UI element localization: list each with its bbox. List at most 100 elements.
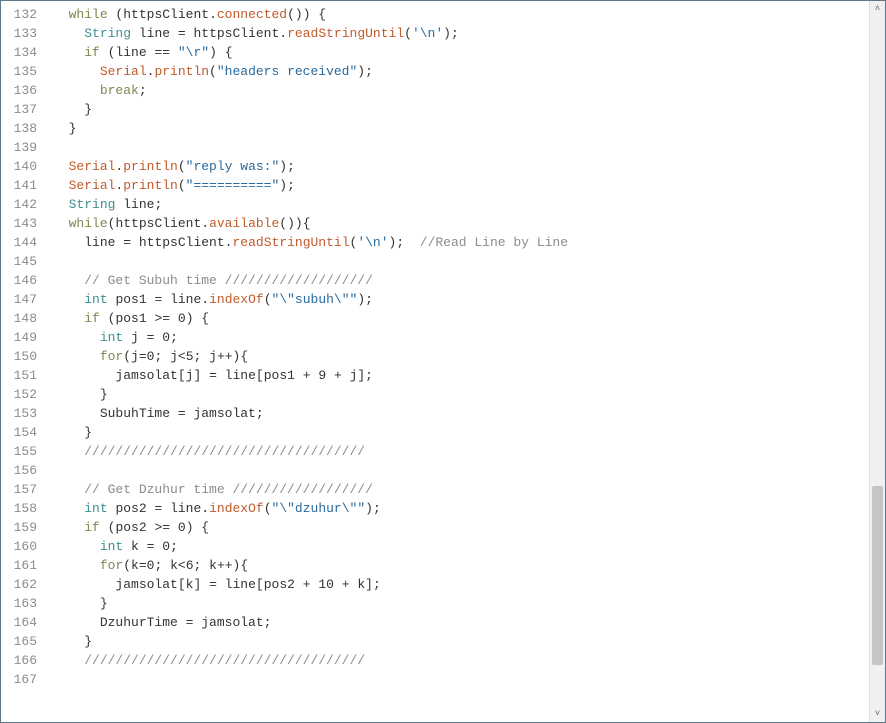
code-line[interactable]: while (httpsClient.connected()) { <box>53 5 869 24</box>
code-line[interactable]: int pos1 = line.indexOf("\"subuh\""); <box>53 290 869 309</box>
token-op: + <box>326 368 349 383</box>
token-op: ]; <box>365 577 381 592</box>
code-line[interactable]: int pos2 = line.indexOf("\"dzuhur\""); <box>53 499 869 518</box>
token-kw: while <box>69 7 108 22</box>
token-str: "\"subuh\"" <box>272 292 358 307</box>
code-line[interactable]: SubuhTime = jamsolat; <box>53 404 869 423</box>
code-line[interactable]: jamsolat[j] = line[pos1 + 9 + j]; <box>53 366 869 385</box>
code-line[interactable]: while(httpsClient.available()){ <box>53 214 869 233</box>
token-op: ( <box>178 159 186 174</box>
scrollbar-track[interactable] <box>870 17 885 706</box>
token-fn: readStringUntil <box>287 26 404 41</box>
vertical-scrollbar[interactable]: ˄ ˅ <box>869 1 885 722</box>
line-number: 145 <box>1 252 37 271</box>
token-op: ); <box>279 159 295 174</box>
code-line[interactable]: break; <box>53 81 869 100</box>
token-id: jamsolat <box>115 368 177 383</box>
token-id: line <box>139 26 170 41</box>
token-op: = <box>147 292 170 307</box>
code-line[interactable]: } <box>53 423 869 442</box>
token-id: j <box>131 349 139 364</box>
code-line[interactable]: } <box>53 594 869 613</box>
line-number: 132 <box>1 5 37 24</box>
code-line[interactable]: int k = 0; <box>53 537 869 556</box>
code-line[interactable]: String line = httpsClient.readStringUnti… <box>53 24 869 43</box>
token-op: ( <box>178 178 186 193</box>
token-op: ()) { <box>287 7 326 22</box>
code-line[interactable]: //////////////////////////////////// <box>53 651 869 670</box>
code-line[interactable]: int j = 0; <box>53 328 869 347</box>
code-line[interactable]: Serial.println("reply was:"); <box>53 157 869 176</box>
token-id: httpsClient <box>193 26 279 41</box>
token-num: 5 <box>186 349 194 364</box>
token-op: = <box>139 558 147 573</box>
token-op: = <box>139 330 162 345</box>
scroll-down-arrow[interactable]: ˅ <box>870 706 885 722</box>
code-line[interactable]: if (pos2 >= 0) { <box>53 518 869 537</box>
token-op: ] = <box>193 577 224 592</box>
code-line[interactable]: } <box>53 100 869 119</box>
token-id: j <box>209 349 217 364</box>
line-number: 163 <box>1 594 37 613</box>
scrollbar-thumb[interactable] <box>872 486 883 665</box>
token-id: line <box>123 197 154 212</box>
token-op: ] = <box>193 368 224 383</box>
token-kw: while <box>69 216 108 231</box>
token-op: ; <box>154 197 162 212</box>
token-kw: if <box>84 311 100 326</box>
token-op: ]; <box>357 368 373 383</box>
token-id: jamsolat <box>115 577 177 592</box>
token-fn: readStringUntil <box>232 235 349 250</box>
code-line[interactable]: line = httpsClient.readStringUntil('\n')… <box>53 233 869 252</box>
token-op <box>123 539 131 554</box>
line-number: 148 <box>1 309 37 328</box>
token-op: ( <box>404 26 412 41</box>
token-num: 0 <box>162 330 170 345</box>
token-op: = <box>178 615 201 630</box>
token-op: ( <box>100 311 116 326</box>
code-area[interactable]: while (httpsClient.connected()) { String… <box>47 1 869 722</box>
token-cmt: //////////////////////////////////// <box>84 653 365 668</box>
token-id: pos2 <box>115 501 146 516</box>
code-line[interactable]: String line; <box>53 195 869 214</box>
code-line[interactable]: jamsolat[k] = line[pos2 + 10 + k]; <box>53 575 869 594</box>
code-line[interactable]: if (line == "\r") { <box>53 43 869 62</box>
token-op: ); <box>365 501 381 516</box>
token-op: = <box>170 406 193 421</box>
token-kw: if <box>84 45 100 60</box>
code-line[interactable]: // Get Subuh time /////////////////// <box>53 271 869 290</box>
code-editor[interactable]: 1321331341351361371381391401411421431441… <box>1 1 885 722</box>
line-number: 136 <box>1 81 37 100</box>
token-op: ); <box>357 292 373 307</box>
line-number: 158 <box>1 499 37 518</box>
code-line[interactable] <box>53 138 869 157</box>
code-line[interactable]: for(j=0; j<5; j++){ <box>53 347 869 366</box>
token-cmt: //////////////////////////////////// <box>84 444 365 459</box>
code-line[interactable]: // Get Dzuhur time ////////////////// <box>53 480 869 499</box>
token-op: ( <box>123 349 131 364</box>
token-op: } <box>100 387 108 402</box>
line-number: 143 <box>1 214 37 233</box>
code-line[interactable]: Serial.println("=========="); <box>53 176 869 195</box>
code-line[interactable] <box>53 461 869 480</box>
code-line[interactable] <box>53 670 869 689</box>
code-line[interactable]: //////////////////////////////////// <box>53 442 869 461</box>
token-id: httpsClient <box>115 216 201 231</box>
token-id: k <box>357 577 365 592</box>
scroll-up-arrow[interactable]: ˄ <box>870 1 885 17</box>
code-line[interactable]: } <box>53 385 869 404</box>
code-line[interactable] <box>53 252 869 271</box>
line-number-gutter: 1321331341351361371381391401411421431441… <box>1 1 47 722</box>
code-line[interactable]: } <box>53 632 869 651</box>
token-id: jamsolat <box>201 615 263 630</box>
code-line[interactable]: DzuhurTime = jamsolat; <box>53 613 869 632</box>
code-line[interactable]: if (pos1 >= 0) { <box>53 309 869 328</box>
token-op: ; <box>154 558 170 573</box>
code-line[interactable]: } <box>53 119 869 138</box>
code-line[interactable]: Serial.println("headers received"); <box>53 62 869 81</box>
code-line[interactable]: for(k=0; k<6; k++){ <box>53 556 869 575</box>
token-num: 6 <box>186 558 194 573</box>
line-number: 147 <box>1 290 37 309</box>
line-number: 165 <box>1 632 37 651</box>
line-number: 155 <box>1 442 37 461</box>
